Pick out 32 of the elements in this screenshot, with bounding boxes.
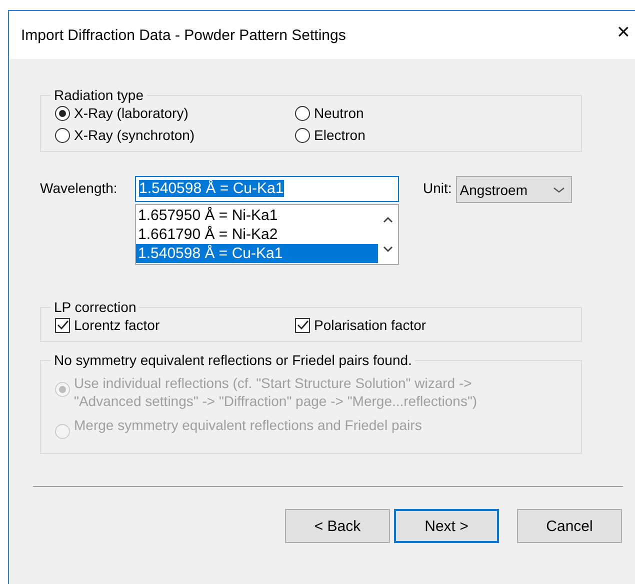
unit-label: Unit: xyxy=(423,180,452,196)
checkbox[interactable] xyxy=(55,318,70,332)
scroll-down-icon[interactable] xyxy=(382,245,394,254)
group-title: LP correction xyxy=(53,299,138,315)
list-item[interactable]: 1.657950 Å = Ni-Ka1 xyxy=(136,206,378,225)
window-title: Import Diffraction Data - Powder Pattern Settings xyxy=(21,26,346,44)
dialog-button[interactable]: < Back xyxy=(285,509,390,543)
wavelength-label: Wavelength: xyxy=(40,180,118,196)
radio-label: X-Ray (laboratory) xyxy=(74,105,188,121)
list-item[interactable]: 1.540598 Å = Cu-Ka1 xyxy=(136,244,378,263)
radio-button[interactable] xyxy=(55,128,70,142)
dialog-button[interactable]: Next > xyxy=(394,509,499,543)
dialog-button[interactable]: Cancel xyxy=(517,509,622,543)
list-item[interactable]: 1.661790 Å = Ni-Ka2 xyxy=(136,225,378,244)
radio-label: Electron xyxy=(314,127,366,143)
scroll-up-icon[interactable] xyxy=(382,216,394,224)
radio-label: Neutron xyxy=(314,105,364,121)
group-title: No symmetry equivalent reflections or Friedel pairs found. xyxy=(53,352,413,368)
checkbox[interactable] xyxy=(295,318,310,332)
radio-button[interactable] xyxy=(55,106,70,120)
radio-label: Merge symmetry equivalent reflections and Friedel pairs xyxy=(74,416,423,434)
radio-label: Use individual reflections (cf. "Start Structure Solution" wizard -> "Advanced settings" -> "Diffraction" page -> "Merge...reflections") xyxy=(74,374,478,410)
checkbox-label: Polarisation factor xyxy=(314,317,426,333)
radio-label: X-Ray (synchroton) xyxy=(74,127,195,143)
unit-dropdown[interactable]: Angstroem xyxy=(456,176,572,203)
checkbox-label: Lorentz factor xyxy=(74,317,160,333)
radio-button[interactable] xyxy=(295,106,310,120)
close-button[interactable]: × xyxy=(617,21,630,43)
group-title: Radiation type xyxy=(53,87,145,103)
wavelength-field[interactable]: 1.540598 Å = Cu-Ka1 xyxy=(135,176,399,202)
chevron-down-icon xyxy=(552,186,565,194)
radio-button[interactable] xyxy=(295,128,310,142)
